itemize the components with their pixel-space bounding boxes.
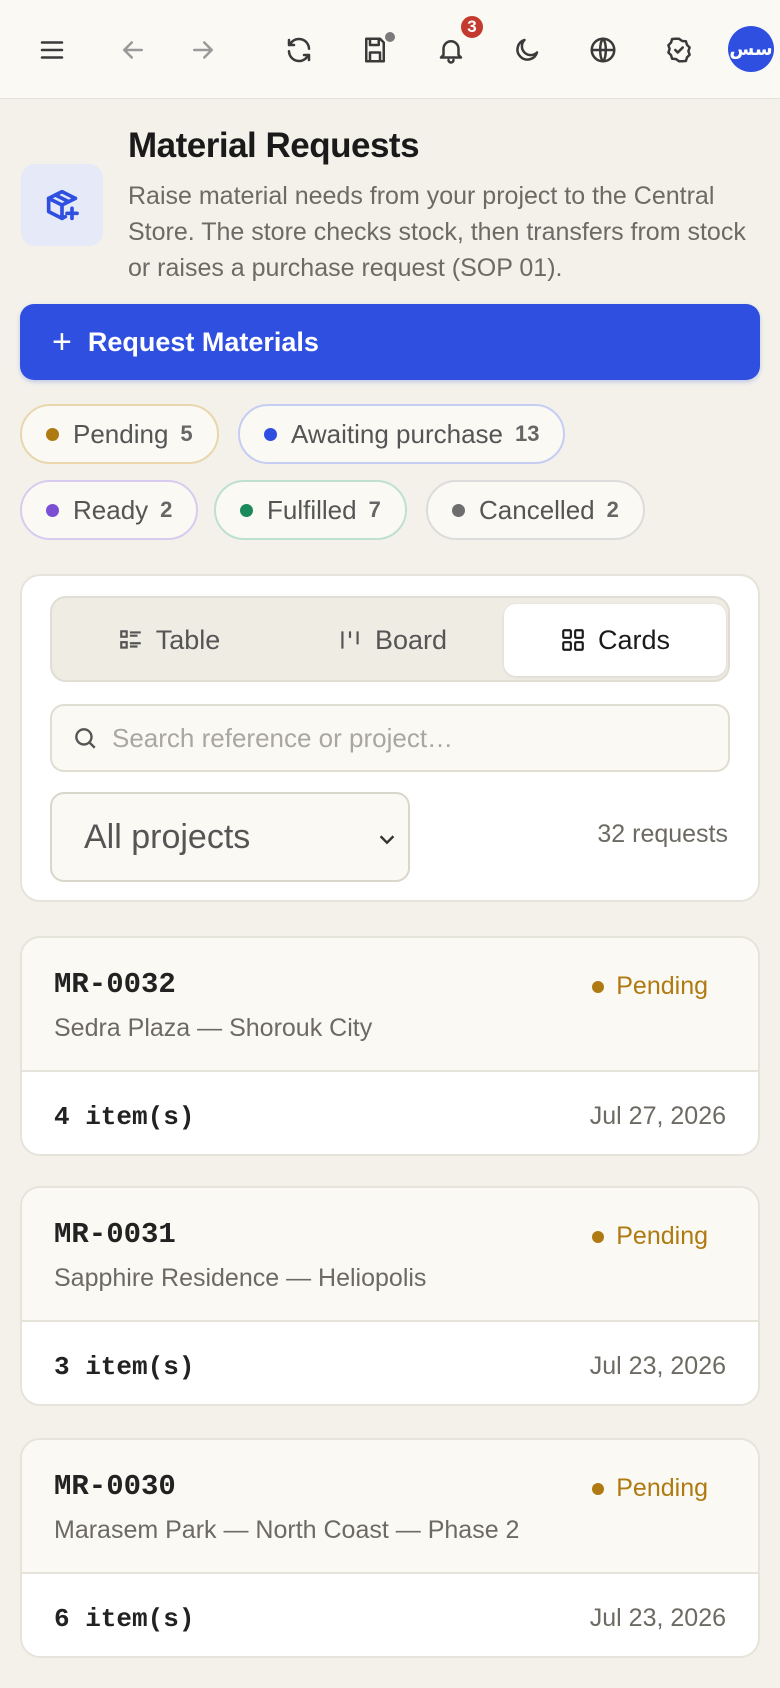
tab-table-label: Table bbox=[155, 624, 221, 655]
project-select-value: All projects bbox=[84, 817, 251, 856]
package-add-icon bbox=[21, 164, 103, 246]
request-materials-label: Request Materials bbox=[87, 326, 319, 357]
project-select[interactable]: All projects bbox=[50, 792, 410, 882]
chip-label: Cancelled bbox=[479, 494, 595, 525]
status-chip-fulfilled[interactable]: Fulfilled 7 bbox=[214, 480, 407, 540]
chip-count: 5 bbox=[180, 421, 193, 446]
item-count: 3 item(s) bbox=[54, 1352, 195, 1382]
card-header bbox=[22, 938, 758, 1072]
card-header bbox=[22, 1188, 758, 1322]
tab-board-label: Board bbox=[374, 624, 448, 655]
status-dot bbox=[240, 503, 253, 517]
chip-label: Ready bbox=[73, 494, 149, 525]
grid-icon bbox=[562, 629, 584, 651]
view-switcher: Table Board Cards bbox=[50, 596, 730, 682]
chip-label: Pending bbox=[73, 418, 169, 449]
request-project: Marasem Park — North Coast — Phase 2 bbox=[54, 1516, 520, 1544]
bell-icon[interactable]: 3 bbox=[425, 14, 485, 76]
request-project: Sedra Plaza — Shorouk City bbox=[54, 1014, 373, 1042]
status-dot bbox=[264, 427, 277, 441]
save-icon[interactable] bbox=[349, 24, 401, 76]
status-dot bbox=[592, 1230, 605, 1243]
status-badge: Pending bbox=[592, 1474, 708, 1503]
status-label: Pending bbox=[616, 1222, 708, 1250]
request-reference: MR-0031 bbox=[54, 1218, 176, 1251]
status-dot bbox=[46, 427, 59, 441]
kanban-icon bbox=[341, 631, 359, 649]
chip-count: 7 bbox=[368, 497, 381, 522]
status-chip-awaiting-purchase[interactable]: Awaiting purchase 13 bbox=[238, 404, 566, 464]
status-chip-ready[interactable]: Ready 2 bbox=[20, 480, 199, 540]
moon-icon[interactable] bbox=[501, 24, 553, 76]
verified-badge-icon[interactable] bbox=[653, 24, 705, 76]
request-card[interactable]: MR-0030 Marasem Park — North Coast — Pha… bbox=[20, 1438, 760, 1658]
plus-icon: + bbox=[52, 323, 72, 361]
tab-cards-label: Cards bbox=[597, 624, 671, 655]
top-bar: 3 سس bbox=[0, 0, 780, 99]
forward-arrow-icon[interactable] bbox=[177, 24, 229, 76]
request-reference: MR-0030 bbox=[54, 1470, 176, 1503]
status-dot bbox=[592, 1482, 605, 1495]
chip-count: 2 bbox=[160, 497, 173, 522]
refresh-icon[interactable] bbox=[273, 24, 325, 76]
item-count: 4 item(s) bbox=[54, 1102, 195, 1132]
search-input[interactable] bbox=[112, 722, 692, 754]
status-dot bbox=[592, 980, 605, 993]
status-badge: Pending bbox=[592, 1222, 708, 1251]
chip-count: 2 bbox=[606, 497, 619, 522]
chevron-down-icon bbox=[379, 835, 395, 845]
status-dot bbox=[46, 503, 59, 517]
tab-table[interactable]: Table bbox=[58, 604, 280, 676]
request-date: Jul 27, 2026 bbox=[589, 1102, 726, 1130]
card-header bbox=[22, 1440, 758, 1574]
search-icon bbox=[75, 728, 96, 749]
chip-count: 13 bbox=[515, 421, 540, 446]
status-badge: Pending bbox=[592, 972, 708, 1001]
page-description: Raise material needs from your project t… bbox=[128, 182, 746, 282]
status-chip-pending[interactable]: Pending 5 bbox=[20, 404, 219, 464]
back-arrow-icon[interactable] bbox=[107, 24, 159, 76]
request-date: Jul 23, 2026 bbox=[589, 1352, 726, 1380]
menu-icon[interactable] bbox=[26, 24, 78, 76]
tab-cards[interactable]: Cards bbox=[504, 604, 726, 676]
item-count: 6 item(s) bbox=[54, 1604, 195, 1634]
chip-label: Fulfilled bbox=[267, 494, 357, 525]
globe-icon[interactable] bbox=[577, 24, 629, 76]
notification-count-badge: 3 bbox=[459, 14, 485, 40]
list-icon bbox=[119, 630, 141, 649]
page-title: Material Requests bbox=[128, 126, 420, 165]
unsaved-dot bbox=[383, 30, 397, 44]
status-label: Pending bbox=[616, 1474, 708, 1502]
request-project: Sapphire Residence — Heliopolis bbox=[54, 1264, 427, 1292]
status-dot bbox=[452, 503, 465, 517]
request-count: 32 requests bbox=[597, 820, 728, 848]
request-card[interactable]: MR-0031 Sapphire Residence — Heliopolis … bbox=[20, 1186, 760, 1406]
status-label: Pending bbox=[616, 972, 708, 1000]
request-reference: MR-0032 bbox=[54, 968, 176, 1001]
user-avatar[interactable]: سس bbox=[728, 26, 774, 72]
request-card[interactable]: MR-0032 Sedra Plaza — Shorouk City Pendi… bbox=[20, 936, 760, 1156]
request-date: Jul 23, 2026 bbox=[589, 1604, 726, 1632]
tab-board[interactable]: Board bbox=[281, 604, 503, 676]
search-box bbox=[50, 704, 730, 772]
chip-label: Awaiting purchase bbox=[291, 418, 503, 449]
request-materials-button[interactable]: + Request Materials bbox=[20, 304, 760, 380]
status-chip-cancelled[interactable]: Cancelled 2 bbox=[426, 480, 645, 540]
